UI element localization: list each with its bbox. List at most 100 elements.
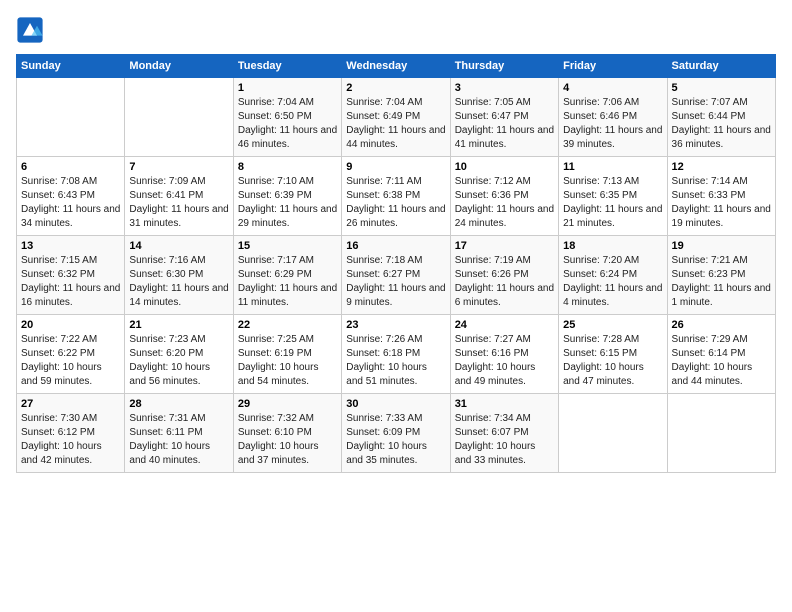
day-info: Sunrise: 7:27 AM Sunset: 6:16 PM Dayligh… <box>455 334 536 387</box>
day-info: Sunrise: 7:30 AM Sunset: 6:12 PM Dayligh… <box>21 413 102 466</box>
day-number: 9 <box>346 161 445 173</box>
day-number: 22 <box>238 319 337 331</box>
day-info: Sunrise: 7:18 AM Sunset: 6:27 PM Dayligh… <box>346 255 445 308</box>
day-number: 8 <box>238 161 337 173</box>
calendar-cell: 20 Sunrise: 7:22 AM Sunset: 6:22 PM Dayli… <box>17 315 125 394</box>
calendar-week-row: 1 Sunrise: 7:04 AM Sunset: 6:50 PM Daylig… <box>17 78 776 157</box>
day-info: Sunrise: 7:28 AM Sunset: 6:15 PM Dayligh… <box>563 334 644 387</box>
day-info: Sunrise: 7:04 AM Sunset: 6:49 PM Dayligh… <box>346 97 445 150</box>
column-header-tuesday: Tuesday <box>233 55 341 78</box>
day-number: 12 <box>672 161 771 173</box>
column-header-saturday: Saturday <box>667 55 775 78</box>
day-number: 31 <box>455 398 554 410</box>
day-number: 4 <box>563 82 662 94</box>
day-info: Sunrise: 7:29 AM Sunset: 6:14 PM Dayligh… <box>672 334 753 387</box>
day-info: Sunrise: 7:16 AM Sunset: 6:30 PM Dayligh… <box>129 255 228 308</box>
calendar-cell: 31 Sunrise: 7:34 AM Sunset: 6:07 PM Dayli… <box>450 394 558 473</box>
day-info: Sunrise: 7:22 AM Sunset: 6:22 PM Dayligh… <box>21 334 102 387</box>
day-number: 29 <box>238 398 337 410</box>
column-header-sunday: Sunday <box>17 55 125 78</box>
calendar-cell: 12 Sunrise: 7:14 AM Sunset: 6:33 PM Dayli… <box>667 157 775 236</box>
calendar-cell <box>125 78 233 157</box>
calendar-cell: 16 Sunrise: 7:18 AM Sunset: 6:27 PM Dayli… <box>342 236 450 315</box>
column-header-friday: Friday <box>559 55 667 78</box>
day-number: 13 <box>21 240 120 252</box>
logo <box>16 16 48 44</box>
calendar-cell: 13 Sunrise: 7:15 AM Sunset: 6:32 PM Dayli… <box>17 236 125 315</box>
calendar-cell: 10Sunrise: 7:12 AM Sunset: 6:36 PM Dayli… <box>450 157 558 236</box>
day-info: Sunrise: 7:23 AM Sunset: 6:20 PM Dayligh… <box>129 334 210 387</box>
calendar-week-row: 6 Sunrise: 7:08 AM Sunset: 6:43 PM Daylig… <box>17 157 776 236</box>
column-header-monday: Monday <box>125 55 233 78</box>
day-info: Sunrise: 7:13 AM Sunset: 6:35 PM Dayligh… <box>563 176 662 229</box>
day-number: 5 <box>672 82 771 94</box>
day-number: 20 <box>21 319 120 331</box>
day-info: Sunrise: 7:06 AM Sunset: 6:46 PM Dayligh… <box>563 97 662 150</box>
day-number: 26 <box>672 319 771 331</box>
calendar-cell: 18 Sunrise: 7:20 AM Sunset: 6:24 PM Dayli… <box>559 236 667 315</box>
day-info: Sunrise: 7:14 AM Sunset: 6:33 PM Dayligh… <box>672 176 771 229</box>
day-info: Sunrise: 7:04 AM Sunset: 6:50 PM Dayligh… <box>238 97 337 150</box>
day-number: 30 <box>346 398 445 410</box>
calendar-cell <box>559 394 667 473</box>
day-info: Sunrise: 7:15 AM Sunset: 6:32 PM Dayligh… <box>21 255 120 308</box>
calendar-cell: 30 Sunrise: 7:33 AM Sunset: 6:09 PM Dayli… <box>342 394 450 473</box>
calendar-cell: 26 Sunrise: 7:29 AM Sunset: 6:14 PM Dayli… <box>667 315 775 394</box>
calendar-cell: 17Sunrise: 7:19 AM Sunset: 6:26 PM Dayli… <box>450 236 558 315</box>
calendar-cell: 22Sunrise: 7:25 AM Sunset: 6:19 PM Dayli… <box>233 315 341 394</box>
day-number: 2 <box>346 82 445 94</box>
day-number: 23 <box>346 319 445 331</box>
calendar-cell: 3 Sunrise: 7:05 AM Sunset: 6:47 PM Daylig… <box>450 78 558 157</box>
day-info: Sunrise: 7:32 AM Sunset: 6:10 PM Dayligh… <box>238 413 319 466</box>
calendar-week-row: 27 Sunrise: 7:30 AM Sunset: 6:12 PM Dayli… <box>17 394 776 473</box>
calendar-cell: 15 Sunrise: 7:17 AM Sunset: 6:29 PM Dayli… <box>233 236 341 315</box>
day-number: 6 <box>21 161 120 173</box>
day-info: Sunrise: 7:11 AM Sunset: 6:38 PM Dayligh… <box>346 176 445 229</box>
calendar-header-row: SundayMondayTuesdayWednesdayThursdayFrid… <box>17 55 776 78</box>
calendar-cell: 4 Sunrise: 7:06 AM Sunset: 6:46 PM Daylig… <box>559 78 667 157</box>
day-info: Sunrise: 7:19 AM Sunset: 6:26 PM Dayligh… <box>455 255 554 308</box>
calendar-cell: 6 Sunrise: 7:08 AM Sunset: 6:43 PM Daylig… <box>17 157 125 236</box>
day-info: Sunrise: 7:05 AM Sunset: 6:47 PM Dayligh… <box>455 97 554 150</box>
day-info: Sunrise: 7:17 AM Sunset: 6:29 PM Dayligh… <box>238 255 337 308</box>
day-number: 21 <box>129 319 228 331</box>
logo-icon <box>16 16 44 44</box>
day-info: Sunrise: 7:20 AM Sunset: 6:24 PM Dayligh… <box>563 255 662 308</box>
day-number: 27 <box>21 398 120 410</box>
day-number: 1 <box>238 82 337 94</box>
day-number: 15 <box>238 240 337 252</box>
day-number: 3 <box>455 82 554 94</box>
calendar-cell: 24Sunrise: 7:27 AM Sunset: 6:16 PM Dayli… <box>450 315 558 394</box>
calendar-cell: 27 Sunrise: 7:30 AM Sunset: 6:12 PM Dayli… <box>17 394 125 473</box>
calendar-cell: 8 Sunrise: 7:10 AM Sunset: 6:39 PM Daylig… <box>233 157 341 236</box>
calendar-cell <box>17 78 125 157</box>
day-number: 16 <box>346 240 445 252</box>
day-info: Sunrise: 7:08 AM Sunset: 6:43 PM Dayligh… <box>21 176 120 229</box>
day-number: 10 <box>455 161 554 173</box>
calendar-cell: 28 Sunrise: 7:31 AM Sunset: 6:11 PM Dayli… <box>125 394 233 473</box>
day-info: Sunrise: 7:31 AM Sunset: 6:11 PM Dayligh… <box>129 413 210 466</box>
calendar-cell: 14 Sunrise: 7:16 AM Sunset: 6:30 PM Dayli… <box>125 236 233 315</box>
calendar-cell: 1 Sunrise: 7:04 AM Sunset: 6:50 PM Daylig… <box>233 78 341 157</box>
day-number: 14 <box>129 240 228 252</box>
day-number: 19 <box>672 240 771 252</box>
calendar-cell: 23 Sunrise: 7:26 AM Sunset: 6:18 PM Dayli… <box>342 315 450 394</box>
calendar-cell: 25Sunrise: 7:28 AM Sunset: 6:15 PM Dayli… <box>559 315 667 394</box>
column-header-wednesday: Wednesday <box>342 55 450 78</box>
page-header <box>16 16 776 44</box>
calendar-cell: 11Sunrise: 7:13 AM Sunset: 6:35 PM Dayli… <box>559 157 667 236</box>
day-info: Sunrise: 7:34 AM Sunset: 6:07 PM Dayligh… <box>455 413 536 466</box>
calendar-cell: 5 Sunrise: 7:07 AM Sunset: 6:44 PM Daylig… <box>667 78 775 157</box>
day-info: Sunrise: 7:33 AM Sunset: 6:09 PM Dayligh… <box>346 413 427 466</box>
calendar-cell: 9 Sunrise: 7:11 AM Sunset: 6:38 PM Daylig… <box>342 157 450 236</box>
day-number: 28 <box>129 398 228 410</box>
calendar-week-row: 13 Sunrise: 7:15 AM Sunset: 6:32 PM Dayli… <box>17 236 776 315</box>
day-info: Sunrise: 7:07 AM Sunset: 6:44 PM Dayligh… <box>672 97 771 150</box>
calendar-cell: 29 Sunrise: 7:32 AM Sunset: 6:10 PM Dayli… <box>233 394 341 473</box>
calendar-table: SundayMondayTuesdayWednesdayThursdayFrid… <box>16 54 776 473</box>
day-info: Sunrise: 7:26 AM Sunset: 6:18 PM Dayligh… <box>346 334 427 387</box>
calendar-cell <box>667 394 775 473</box>
day-info: Sunrise: 7:10 AM Sunset: 6:39 PM Dayligh… <box>238 176 337 229</box>
calendar-cell: 21 Sunrise: 7:23 AM Sunset: 6:20 PM Dayli… <box>125 315 233 394</box>
day-number: 18 <box>563 240 662 252</box>
